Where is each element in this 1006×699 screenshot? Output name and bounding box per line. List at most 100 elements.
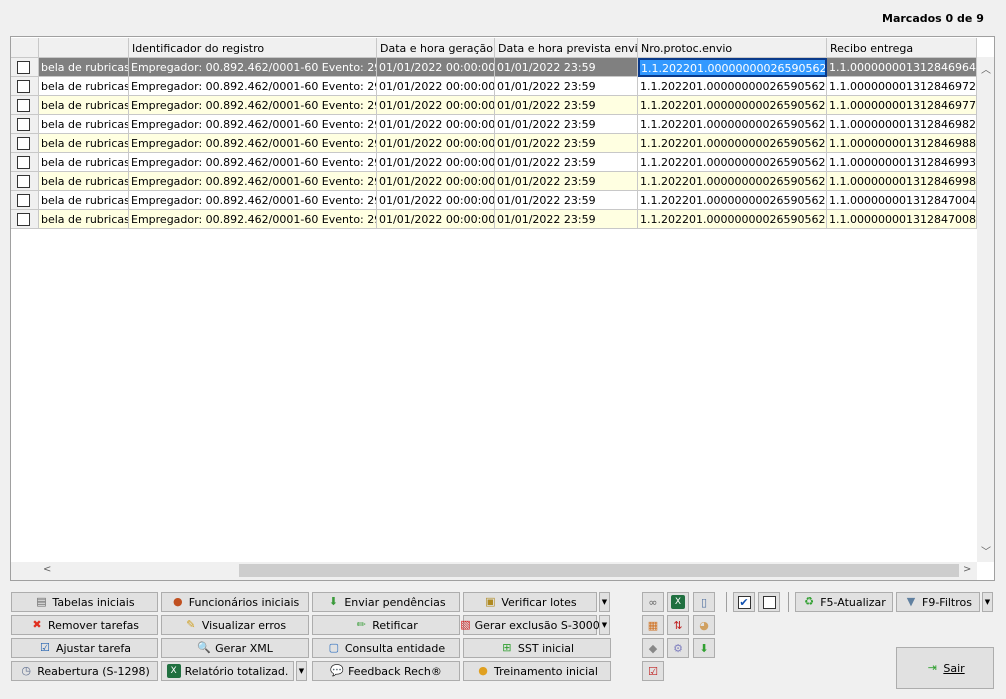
row-checkbox-cell[interactable] <box>11 77 39 96</box>
cell-tipo[interactable]: bela de rubricas <box>39 210 129 229</box>
cell-tipo[interactable]: bela de rubricas <box>39 58 129 77</box>
row-checkbox[interactable] <box>17 137 30 150</box>
cell-recibo[interactable]: 1.1.0000000013128469828 <box>827 115 977 134</box>
cell-protocolo[interactable]: 1.1.202201.0000000002659056207 <box>638 134 827 153</box>
cell-geracao[interactable]: 01/01/2022 00:00:00 <box>377 96 495 115</box>
cell-tipo[interactable]: bela de rubricas <box>39 172 129 191</box>
cell-id[interactable]: Empregador: 00.892.462/0001-60 Evento: 2… <box>129 115 377 134</box>
cell-prevista[interactable]: 01/01/2022 23:59 <box>495 172 638 191</box>
table-row[interactable]: bela de rubricas Empregador: 00.892.462/0… <box>11 210 977 229</box>
header-type[interactable] <box>39 38 129 58</box>
horizontal-scrollbar[interactable]: < > <box>11 562 977 580</box>
cell-id[interactable]: Empregador: 00.892.462/0001-60 Evento: 2… <box>129 153 377 172</box>
cell-id[interactable]: Empregador: 00.892.462/0001-60 Evento: 2… <box>129 172 377 191</box>
row-checkbox-cell[interactable] <box>11 134 39 153</box>
cell-geracao[interactable]: 01/01/2022 00:00:00 <box>377 77 495 96</box>
cell-id[interactable]: Empregador: 00.892.462/0001-60 Evento: 2… <box>129 96 377 115</box>
table-row[interactable]: bela de rubricas Empregador: 00.892.462/0… <box>11 58 977 77</box>
gerar-xml-button[interactable]: 🔍 Gerar XML <box>161 638 309 658</box>
cell-tipo[interactable]: bela de rubricas <box>39 153 129 172</box>
header-identificador[interactable]: Identificador do registro <box>129 38 377 58</box>
cell-recibo[interactable]: 1.1.0000000013128469936 <box>827 153 977 172</box>
header-protocolo[interactable]: Nro.protoc.envio <box>638 38 827 58</box>
cell-protocolo[interactable]: 1.1.202201.0000000002659056207 <box>638 153 827 172</box>
cell-protocolo[interactable]: 1.1.202201.0000000002659056207 <box>638 172 827 191</box>
retificar-button[interactable]: ✏ Retificar <box>312 615 460 635</box>
cell-geracao[interactable]: 01/01/2022 00:00:00 <box>377 115 495 134</box>
relatorio-dropdown[interactable]: ▼ <box>296 661 307 681</box>
cell-protocolo[interactable]: 1.1.202201.0000000002659056207 <box>638 210 827 229</box>
cell-id[interactable]: Empregador: 00.892.462/0001-60 Evento: 2… <box>129 58 377 77</box>
scroll-left-icon[interactable]: < <box>43 564 51 575</box>
uncheck-all-button[interactable] <box>758 592 780 612</box>
cell-recibo[interactable]: 1.1.0000000013128469987 <box>827 172 977 191</box>
tabelas-iniciais-button[interactable]: ▤ Tabelas iniciais <box>11 592 158 612</box>
table-row[interactable]: bela de rubricas Empregador: 00.892.462/0… <box>11 153 977 172</box>
table-row[interactable]: bela de rubricas Empregador: 00.892.462/0… <box>11 191 977 210</box>
row-checkbox-cell[interactable] <box>11 115 39 134</box>
cell-id[interactable]: Empregador: 00.892.462/0001-60 Evento: 2… <box>129 191 377 210</box>
cell-prevista[interactable]: 01/01/2022 23:59 <box>495 210 638 229</box>
table-row[interactable]: bela de rubricas Empregador: 00.892.462/0… <box>11 115 977 134</box>
cell-recibo[interactable]: 1.1.0000000013128469888 <box>827 134 977 153</box>
cell-prevista[interactable]: 01/01/2022 23:59 <box>495 153 638 172</box>
row-checkbox-cell[interactable] <box>11 153 39 172</box>
cell-prevista[interactable]: 01/01/2022 23:59 <box>495 96 638 115</box>
cell-tipo[interactable]: bela de rubricas <box>39 134 129 153</box>
checklist-button[interactable]: ☑ <box>642 661 664 681</box>
verificar-lotes-button[interactable]: ▣ Verificar lotes <box>463 592 597 612</box>
scroll-right-icon[interactable]: > <box>963 564 971 575</box>
row-checkbox-cell[interactable] <box>11 172 39 191</box>
cell-geracao[interactable]: 01/01/2022 00:00:00 <box>377 172 495 191</box>
records-grid[interactable]: Identificador do registro Data e hora ge… <box>10 36 995 581</box>
ajustar-tarefa-button[interactable]: ☑ Ajustar tarefa <box>11 638 158 658</box>
visualizar-erros-button[interactable]: ✎ Visualizar erros <box>161 615 309 635</box>
cell-id[interactable]: Empregador: 00.892.462/0001-60 Evento: 2… <box>129 134 377 153</box>
sair-button[interactable]: ⇥ Sair <box>896 647 994 689</box>
download-button[interactable]: ⬇ <box>693 638 715 658</box>
row-checkbox-cell[interactable] <box>11 96 39 115</box>
cell-tipo[interactable]: bela de rubricas <box>39 77 129 96</box>
cell-id[interactable]: Empregador: 00.892.462/0001-60 Evento: 2… <box>129 77 377 96</box>
document-button[interactable]: ▯ <box>693 592 715 612</box>
eraser-button[interactable]: ◆ <box>642 638 664 658</box>
row-checkbox[interactable] <box>17 118 30 131</box>
cell-protocolo[interactable]: 1.1.202201.0000000002659056207 <box>638 58 827 77</box>
row-checkbox[interactable] <box>17 213 30 226</box>
cell-geracao[interactable]: 01/01/2022 00:00:00 <box>377 134 495 153</box>
cell-protocolo[interactable]: 1.1.202201.0000000002659056207 <box>638 115 827 134</box>
cell-geracao[interactable]: 01/01/2022 00:00:00 <box>377 191 495 210</box>
cell-recibo[interactable]: 1.1.0000000013128469643 <box>827 58 977 77</box>
cell-geracao[interactable]: 01/01/2022 00:00:00 <box>377 153 495 172</box>
reabertura-button[interactable]: ◷ Reabertura (S-1298) <box>11 661 158 681</box>
gerar-exclusao-button[interactable]: ▧ Gerar exclusão S-3000 <box>460 615 600 635</box>
check-all-button[interactable]: ✔ <box>733 592 755 612</box>
cell-protocolo[interactable]: 1.1.202201.0000000002659056207 <box>638 77 827 96</box>
cell-prevista[interactable]: 01/01/2022 23:59 <box>495 115 638 134</box>
cell-protocolo[interactable]: 1.1.202201.0000000002659056207 <box>638 96 827 115</box>
sst-inicial-button[interactable]: ⊞ SST inicial <box>463 638 611 658</box>
cell-id[interactable]: Empregador: 00.892.462/0001-60 Evento: 2… <box>129 210 377 229</box>
feedback-button[interactable]: 💬 Feedback Rech® <box>312 661 460 681</box>
cell-recibo[interactable]: 1.1.0000000013128470042 <box>827 191 977 210</box>
row-checkbox[interactable] <box>17 194 30 207</box>
table-row[interactable]: bela de rubricas Empregador: 00.892.462/0… <box>11 96 977 115</box>
treinamento-button[interactable]: ● Treinamento inicial <box>463 661 611 681</box>
row-checkbox-cell[interactable] <box>11 58 39 77</box>
filtros-dropdown[interactable]: ▼ <box>982 592 993 612</box>
row-checkbox[interactable] <box>17 175 30 188</box>
calendar-button[interactable]: ▦ <box>642 615 664 635</box>
row-checkbox[interactable] <box>17 61 30 74</box>
header-recibo[interactable]: Recibo entrega <box>827 38 977 58</box>
cell-prevista[interactable]: 01/01/2022 23:59 <box>495 134 638 153</box>
cell-recibo[interactable]: 1.1.0000000013128469721 <box>827 77 977 96</box>
cell-prevista[interactable]: 01/01/2022 23:59 <box>495 58 638 77</box>
enviar-pendencias-button[interactable]: ⬇ Enviar pendências <box>312 592 460 612</box>
row-checkbox-cell[interactable] <box>11 210 39 229</box>
gerar-exclusao-dropdown[interactable]: ▼ <box>599 615 610 635</box>
row-checkbox[interactable] <box>17 99 30 112</box>
cell-recibo[interactable]: 1.1.0000000013128469775 <box>827 96 977 115</box>
palette-button[interactable]: ◕ <box>693 615 715 635</box>
row-checkbox[interactable] <box>17 80 30 93</box>
cell-recibo[interactable]: 1.1.0000000013128470087 <box>827 210 977 229</box>
